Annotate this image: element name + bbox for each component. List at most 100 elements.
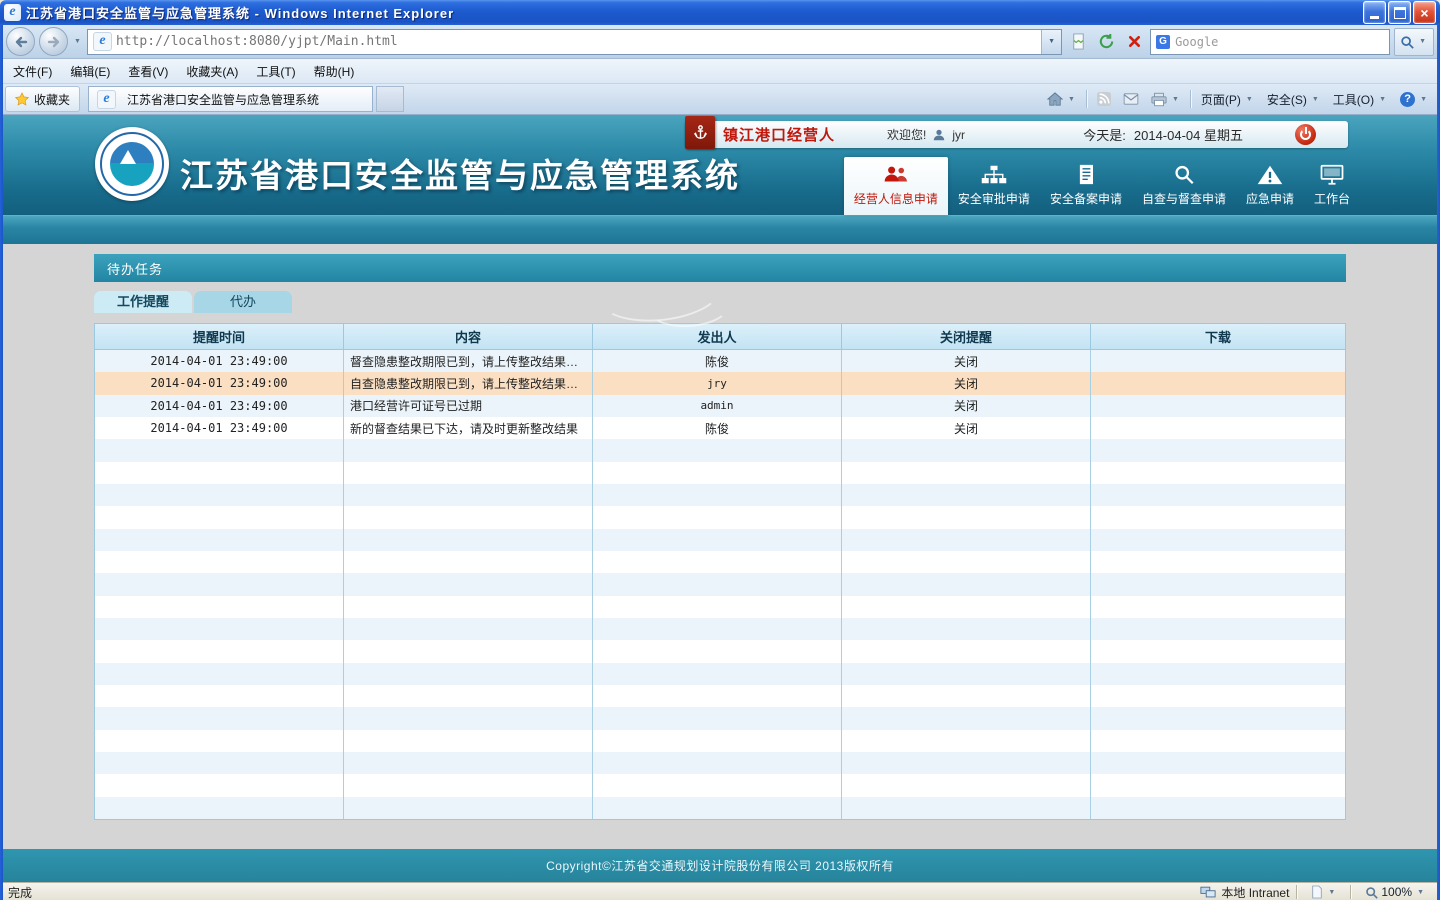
read-mail-button[interactable]	[1117, 89, 1145, 109]
help-button[interactable]: ?▼	[1394, 88, 1435, 111]
date-group: 今天是: 2014-04-04 星期五	[1083, 125, 1243, 144]
menu-view[interactable]: 查看(V)	[119, 60, 177, 83]
table-row-empty	[95, 462, 1345, 484]
table-row[interactable]: 2014-04-01 23:49:00 督查隐患整改期限已到，请上传整改结果… …	[95, 350, 1345, 372]
maximize-icon	[1394, 7, 1406, 19]
cell-sender: jry	[593, 372, 842, 394]
search-placeholder: Google	[1175, 35, 1218, 49]
tab-todo[interactable]: 代办	[194, 291, 292, 313]
home-dropdown-icon: ▼	[1066, 96, 1077, 103]
document-icon	[1071, 164, 1101, 185]
help-dropdown-icon: ▼	[1418, 96, 1429, 103]
cell-time: 2014-04-01 23:49:00	[95, 350, 344, 372]
address-input[interactable]: e http://localhost:8080/yjpt/Main.html ▼	[87, 29, 1062, 55]
tab-favicon: e	[97, 90, 116, 109]
user-icon	[932, 128, 946, 142]
tab-title: 江苏省港口安全监管与应急管理系统	[127, 91, 319, 108]
forward-button[interactable]	[39, 27, 68, 56]
minimize-button[interactable]	[1363, 1, 1386, 24]
address-dropdown[interactable]: ▼	[1041, 30, 1061, 54]
address-bar: ▼ e http://localhost:8080/yjpt/Main.html…	[0, 25, 1440, 59]
logo-emblem	[110, 142, 154, 186]
nav-workbench[interactable]: 工作台	[1304, 157, 1360, 215]
zoom-level: 100%	[1381, 885, 1412, 899]
column-header-close: 关闭提醒	[842, 324, 1091, 349]
feeds-button[interactable]	[1091, 88, 1117, 110]
menu-help[interactable]: 帮助(H)	[305, 60, 364, 83]
nav-self-inspection[interactable]: 自查与督查申请	[1132, 157, 1236, 215]
cell-download	[1091, 395, 1345, 417]
menu-tools[interactable]: 工具(T)	[247, 60, 304, 83]
page-menu[interactable]: 页面(P)▼	[1195, 87, 1261, 112]
toolbar-divider	[1190, 90, 1192, 108]
table-body: 2014-04-01 23:49:00 督查隐患整改期限已到，请上传整改结果… …	[95, 350, 1345, 819]
close-reminder-link[interactable]: 关闭	[954, 353, 978, 370]
history-dropdown[interactable]: ▼	[72, 38, 83, 45]
nav-emergency[interactable]: 应急申请	[1236, 157, 1304, 215]
zoom-control[interactable]: 100% ▼	[1359, 881, 1432, 900]
chevron-down-icon: ▼	[1244, 96, 1255, 103]
table-row-empty	[95, 484, 1345, 506]
welcome-group: 欢迎您! jyr	[887, 126, 965, 143]
content-area: 待办任务 工作提醒 代办 提醒时间 内容 发出人 关闭提醒 下载 2014-04…	[0, 244, 1440, 849]
nav-safety-approval[interactable]: 安全审批申请	[948, 157, 1040, 215]
table-row-empty	[95, 685, 1345, 707]
table-row-empty	[95, 596, 1345, 618]
ie-logo-icon: e	[4, 4, 21, 21]
nav-label: 应急申请	[1246, 190, 1294, 207]
close-reminder-link[interactable]: 关闭	[954, 397, 978, 414]
panel-title: 待办任务	[94, 254, 1346, 282]
nav-safety-record[interactable]: 安全备案申请	[1040, 157, 1132, 215]
tab-work-reminder[interactable]: 工作提醒	[94, 291, 192, 313]
search-button[interactable]: ▼	[1394, 28, 1434, 56]
compatibility-button[interactable]	[1066, 29, 1090, 55]
table-row[interactable]: 2014-04-01 23:49:00 新的督查结果已下达，请及时更新整改结果 …	[95, 417, 1345, 439]
page-menu-label: 页面(P)	[1201, 91, 1241, 108]
search-input[interactable]: G Google	[1150, 29, 1390, 55]
close-reminder-link[interactable]: 关闭	[954, 375, 978, 392]
table-row-empty	[95, 640, 1345, 662]
page-header: 镇江港口经营人 欢迎您! jyr 今天是: 2014-04-04 星期五 江苏省…	[0, 115, 1440, 215]
search-dropdown-icon: ▼	[1417, 38, 1428, 45]
refresh-button[interactable]	[1094, 29, 1118, 55]
status-bar: 完成 本地 Intranet ▼ 100% ▼	[0, 882, 1440, 900]
menu-edit[interactable]: 编辑(E)	[61, 60, 119, 83]
refresh-icon	[1098, 33, 1115, 50]
menu-favorites[interactable]: 收藏夹(A)	[177, 60, 247, 83]
close-button[interactable]: ×	[1413, 1, 1436, 24]
back-button[interactable]	[6, 27, 35, 56]
nav-label: 安全审批申请	[958, 190, 1030, 207]
table-row-empty	[95, 730, 1345, 752]
cell-download	[1091, 417, 1345, 439]
table-row-empty	[95, 573, 1345, 595]
maximize-button[interactable]	[1388, 1, 1411, 24]
user-strip: 镇江港口经营人 欢迎您! jyr 今天是: 2014-04-04 星期五	[685, 121, 1348, 148]
table-row[interactable]: 2014-04-01 23:49:00 港口经营许可证号已过期 admin 关闭	[95, 395, 1345, 417]
table-row-empty	[95, 663, 1345, 685]
status-divider	[1350, 885, 1352, 899]
tools-menu[interactable]: 工具(O)▼	[1327, 87, 1394, 112]
favorites-bar: 收藏夹 e 江苏省港口安全监管与应急管理系统 ▼ ▼ 页面(P)▼	[0, 84, 1440, 115]
org-icon	[979, 164, 1009, 185]
home-icon	[1047, 92, 1063, 106]
magnifier-icon	[1169, 164, 1199, 185]
safety-menu[interactable]: 安全(S)▼	[1261, 87, 1327, 112]
close-icon: ×	[1420, 6, 1428, 20]
new-tab-stub[interactable]	[376, 86, 404, 112]
home-button[interactable]: ▼	[1041, 88, 1083, 110]
table-row-selected[interactable]: 2014-04-01 23:49:00 自查隐患整改期限已到，请上传整改结果… …	[95, 372, 1345, 394]
favorites-button[interactable]: 收藏夹	[5, 86, 80, 112]
cell-download	[1091, 372, 1345, 394]
date-label: 今天是:	[1083, 125, 1126, 144]
logout-power-button[interactable]	[1295, 124, 1316, 145]
search-icon	[1400, 35, 1414, 49]
stop-button[interactable]	[1122, 29, 1146, 55]
browser-tab[interactable]: e 江苏省港口安全监管与应急管理系统	[88, 86, 373, 112]
browser-window: e 江苏省港口安全监管与应急管理系统 - Windows Internet Ex…	[0, 0, 1440, 900]
protected-mode-button[interactable]: ▼	[1305, 881, 1343, 900]
menu-file[interactable]: 文件(F)	[4, 60, 61, 83]
close-reminder-link[interactable]: 关闭	[954, 420, 978, 437]
print-button[interactable]: ▼	[1145, 88, 1187, 111]
nav-operator-info[interactable]: 经营人信息申请	[844, 157, 948, 215]
role-tag[interactable]: 镇江港口经营人	[723, 124, 835, 145]
